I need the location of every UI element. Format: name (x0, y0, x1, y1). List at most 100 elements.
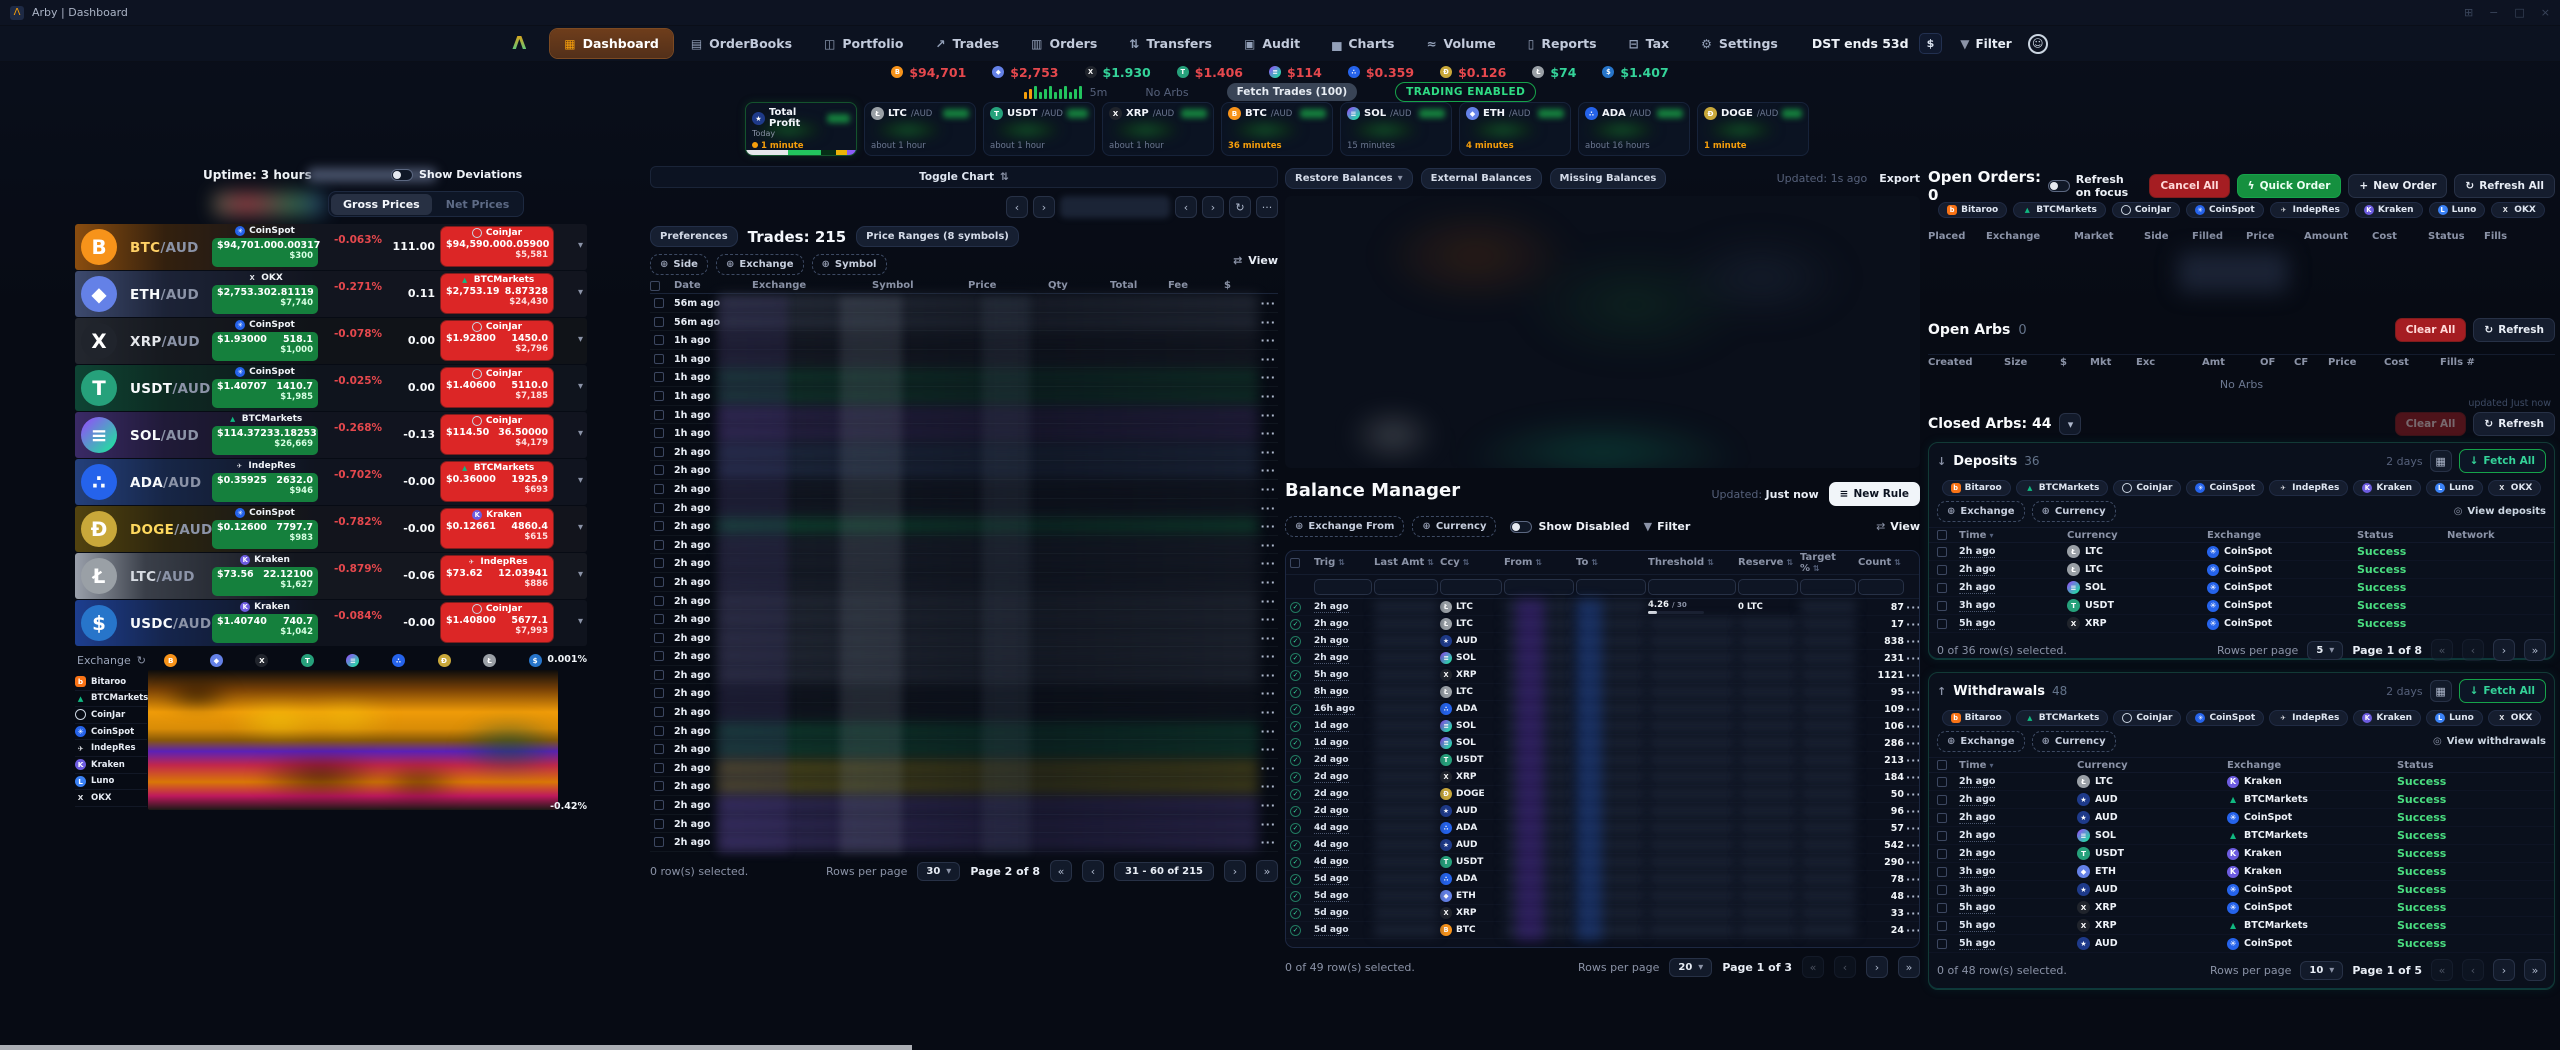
withdrawals-chip-bitaroo[interactable]: bBitaroo (1942, 710, 2011, 726)
deposits-exchange-filter-chip[interactable]: ⊕Exchange (1937, 501, 2025, 522)
row-menu-button[interactable]: ··· (1260, 743, 1276, 756)
gross-prices-tab[interactable]: Gross Prices (331, 194, 432, 215)
chevron-down-icon[interactable]: ▾ (578, 616, 583, 627)
deposits-chip-kraken[interactable]: KKraken (2353, 480, 2421, 496)
row-menu-button[interactable]: ··· (1260, 297, 1276, 310)
bm-col-ccy[interactable]: Ccy⇅ (1440, 557, 1502, 568)
trades-menu-button[interactable]: ··· (1256, 196, 1278, 218)
withdrawal-row[interactable]: 3h ago◆ETHKKrakenSuccess (1929, 863, 2554, 881)
bm-rule-row[interactable]: ✓1d ago≡SOL106··· (1286, 718, 1919, 735)
withdrawals-col-time[interactable]: Time▾ (1959, 760, 2077, 771)
deposits-currency-filter-chip[interactable]: ⊕Currency (2032, 501, 2116, 522)
chevron-down-icon[interactable]: ▾ (578, 287, 583, 298)
open-orders-chip-okx[interactable]: XOKX (2491, 202, 2545, 218)
row-checkbox[interactable] (654, 391, 664, 401)
currency-badge[interactable]: $ (1919, 33, 1943, 54)
withdrawal-row[interactable]: 2h agoŁLTCKKrakenSuccess (1929, 773, 2554, 791)
enabled-check-icon[interactable]: ✓ (1290, 670, 1301, 681)
enabled-check-icon[interactable]: ✓ (1290, 891, 1301, 902)
refresh-trades-button[interactable]: ↻ (1229, 196, 1251, 218)
chevron-down-icon[interactable]: ▾ (578, 428, 583, 439)
buy-quote-box[interactable]: $94,701.000.00317$300 (212, 238, 318, 267)
buy-quote-box[interactable]: $2,753.302.81119$7,740 (212, 285, 318, 314)
row-checkbox[interactable] (654, 354, 664, 364)
deposits-col-time[interactable]: Time▾ (1959, 530, 2067, 541)
bm-rule-row[interactable]: ✓8h agoŁLTC95··· (1286, 684, 1919, 701)
enabled-check-icon[interactable]: ✓ (1290, 874, 1301, 885)
deposit-row[interactable]: 3h agoTUSDT✳CoinSpotSuccess (1929, 597, 2554, 615)
withdrawal-row[interactable]: 5h agoXXRP✳CoinSpotSuccess (1929, 899, 2554, 917)
row-checkbox[interactable] (1937, 921, 1947, 931)
refresh-on-focus-toggle[interactable] (2048, 180, 2070, 192)
bm-filter-input-ccy[interactable] (1440, 579, 1502, 595)
buy-quote-box[interactable]: $0.126007797.7$983 (212, 520, 318, 549)
pair-row-usdc[interactable]: $USDC/AUDKKraken$1.40740740.7$1,042-0.08… (75, 600, 587, 646)
row-checkbox[interactable] (654, 688, 664, 698)
pair-row-ada[interactable]: ∴ADA/AUD✈IndepRes$0.359252632.0$946-0.70… (75, 459, 587, 505)
bm-rule-row[interactable]: ✓5d ago∴ADA78··· (1286, 871, 1919, 888)
bm-col-trig[interactable]: Trig⇅ (1314, 557, 1372, 568)
trade-row[interactable]: 2h ago··· (650, 722, 1278, 741)
withdrawals-chip-okx[interactable]: XOKX (2488, 710, 2542, 726)
bm-rule-row[interactable]: ✓4d agoTUSDT290··· (1286, 854, 1919, 871)
nav-item-settings[interactable]: ⚙Settings (1687, 29, 1792, 58)
heatmap-legend-kraken[interactable]: KKraken (75, 757, 147, 774)
bm-filter-input-trig[interactable] (1314, 579, 1372, 595)
row-menu-button[interactable]: ··· (1260, 409, 1276, 422)
trade-row[interactable]: 1h ago··· (650, 387, 1278, 406)
trade-row[interactable]: 1h ago··· (650, 331, 1278, 350)
open-orders-chip-indepres[interactable]: ✈IndepRes (2270, 202, 2349, 218)
trade-row[interactable]: 2h ago··· (650, 703, 1278, 722)
pair-row-usdt[interactable]: TUSDT/AUD✳CoinSpot$1.407071410.7$1,985-0… (75, 365, 587, 411)
trade-row[interactable]: 2h ago··· (650, 647, 1278, 666)
currency-filter-chip[interactable]: ⊕Currency (1412, 516, 1496, 537)
bm-filter-input-count[interactable] (1858, 579, 1904, 595)
trade-row[interactable]: 2h ago··· (650, 833, 1278, 852)
pair-row-doge[interactable]: ÐDOGE/AUD✳CoinSpot$0.126007797.7$983-0.7… (75, 506, 587, 552)
trade-row[interactable]: 2h ago··· (650, 499, 1278, 518)
open-orders-chip-kraken[interactable]: KKraken (2355, 202, 2423, 218)
enabled-check-icon[interactable]: ✓ (1290, 619, 1301, 630)
bm-rule-row[interactable]: ✓2h agoŁLTC4.26 / 300 LTC87··· (1286, 599, 1919, 616)
row-menu-button[interactable]: ··· (1260, 818, 1276, 831)
withdrawals-calendar-button[interactable]: ▦ (2430, 680, 2452, 702)
bm-rule-row[interactable]: ✓5h agoXXRP1121··· (1286, 667, 1919, 684)
trade-row[interactable]: 2h ago··· (650, 443, 1278, 462)
bm-rule-row[interactable]: ✓2d agoXXRP184··· (1286, 769, 1919, 786)
withdrawal-row[interactable]: 3h ago★AUD✳CoinSpotSuccess (1929, 881, 2554, 899)
row-checkbox[interactable] (654, 651, 664, 661)
bm-rule-row[interactable]: ✓4d ago∴ADA57··· (1286, 820, 1919, 837)
row-menu-button[interactable]: ··· (1906, 771, 1920, 784)
next-symbol-button[interactable]: › (1033, 196, 1055, 218)
quick-order-button[interactable]: ϟQuick Order (2237, 174, 2342, 198)
bm-filter-input-target[interactable] (1800, 579, 1856, 595)
exchange-from-filter-chip[interactable]: ⊕Exchange From (1285, 516, 1404, 537)
deposits-chip-indepres[interactable]: ✈IndepRes (2269, 480, 2348, 496)
trade-row[interactable]: 1h ago··· (650, 368, 1278, 387)
mini-card-sol[interactable]: ≡SOL/AUD15 minutes (1340, 102, 1452, 156)
nav-item-volume[interactable]: ≈Volume (1412, 29, 1509, 58)
bm-rule-row[interactable]: ✓5d agoBBTC24··· (1286, 922, 1919, 939)
trades-filter-symbol-chip[interactable]: ⊕Symbol (812, 254, 887, 275)
row-menu-button[interactable]: ··· (1260, 576, 1276, 589)
window-maximize-button[interactable]: □ (2514, 6, 2524, 19)
total-profit-card[interactable]: ★Total ProfitToday1 minute (745, 102, 857, 156)
sell-quote-box[interactable]: CoinJar$1.408005677.1$7,993 (440, 602, 554, 643)
row-checkbox[interactable] (1937, 777, 1947, 787)
chevron-down-icon[interactable]: ▾ (578, 475, 583, 486)
row-menu-button[interactable]: ··· (1260, 316, 1276, 329)
prev-symbol-button[interactable]: ‹ (1006, 196, 1028, 218)
row-menu-button[interactable]: ··· (1906, 601, 1920, 614)
deposits-next-page-button[interactable]: › (2493, 639, 2515, 661)
bm-filter-input-from[interactable] (1504, 579, 1574, 595)
row-checkbox[interactable] (654, 763, 664, 773)
enabled-check-icon[interactable]: ✓ (1290, 908, 1301, 919)
mini-card-doge[interactable]: ÐDOGE/AUD1 minute (1697, 102, 1809, 156)
row-checkbox[interactable] (654, 410, 664, 420)
price-ranges-chip[interactable]: Price Ranges (8 symbols) (856, 226, 1019, 247)
mini-card-eth[interactable]: ◆ETH/AUD4 minutes (1459, 102, 1571, 156)
row-menu-button[interactable]: ··· (1906, 890, 1920, 903)
chevron-down-icon[interactable]: ▾ (578, 240, 583, 251)
row-menu-button[interactable]: ··· (1260, 502, 1276, 515)
bm-filter-input-threshold[interactable] (1648, 579, 1736, 595)
